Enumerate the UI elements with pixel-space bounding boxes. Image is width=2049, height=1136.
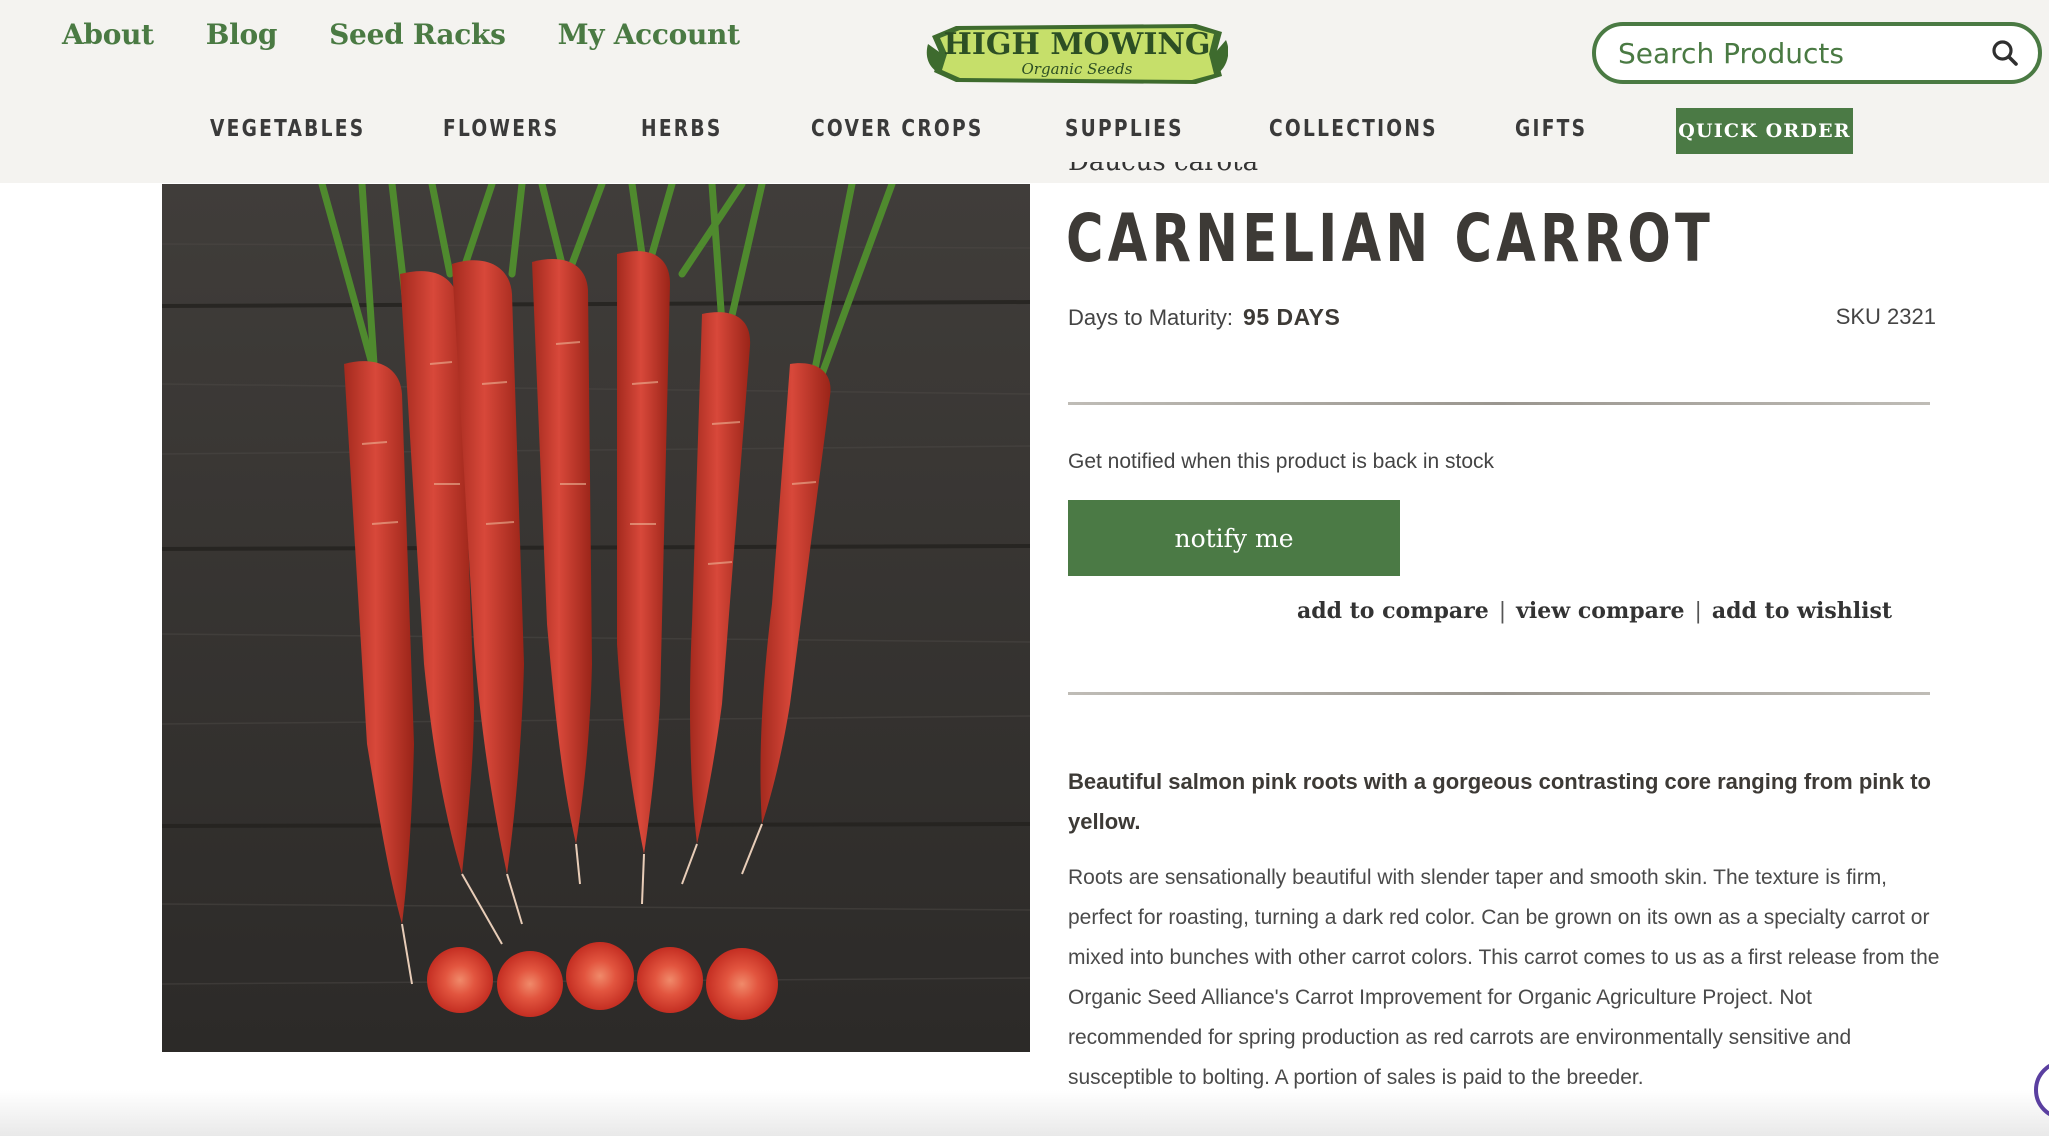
product-title: CARNELIAN CARROT [1066, 200, 1715, 277]
svg-text:Organic Seeds: Organic Seeds [1022, 60, 1133, 78]
separator: | [1694, 598, 1702, 624]
days-to-maturity: Days to Maturity: 95 DAYS [1068, 304, 1340, 331]
bottom-fade [0, 1090, 2049, 1136]
notify-me-button[interactable]: notify me [1068, 500, 1400, 576]
svg-text:HIGH MOWING: HIGH MOWING [944, 27, 1211, 62]
nav-cover-crops[interactable]: COVER CROPS [811, 116, 984, 142]
nav-gifts[interactable]: GIFTS [1515, 116, 1587, 142]
view-compare-link[interactable]: view compare [1516, 598, 1684, 624]
divider [1068, 692, 1930, 695]
search-box [1592, 22, 2042, 84]
nav-link-about[interactable]: About [62, 18, 154, 51]
add-to-compare-link[interactable]: add to compare [1297, 598, 1489, 624]
site-logo[interactable]: HIGH MOWING Organic Seeds [926, 14, 1228, 90]
nav-vegetables[interactable]: VEGETABLES [210, 116, 365, 142]
nav-link-my-account[interactable]: My Account [558, 18, 740, 51]
product-description: Roots are sensationally beautiful with s… [1068, 866, 1940, 1089]
quick-order-button[interactable]: QUICK ORDER [1676, 108, 1853, 154]
search-icon[interactable] [1990, 38, 2020, 68]
product-actions: add to compare | view compare | add to w… [1297, 598, 1892, 624]
maturity-label: Days to Maturity: [1068, 305, 1234, 330]
nav-collections[interactable]: COLLECTIONS [1269, 116, 1438, 142]
product-image[interactable] [162, 184, 1030, 1052]
product-sku: SKU 2321 [1835, 304, 1936, 329]
nav-herbs[interactable]: HERBS [641, 116, 723, 142]
nav-supplies[interactable]: SUPPLIES [1065, 116, 1184, 142]
product-lead-text: Beautiful salmon pink roots with a gorge… [1068, 769, 1931, 834]
maturity-value: 95 DAYS [1243, 304, 1341, 330]
carrot-photo [162, 184, 1030, 1052]
product-latin-name: Daucus carota [1068, 162, 1259, 177]
site-header: About Blog Seed Racks My Account HIGH MO… [0, 0, 2049, 183]
main-nav: VEGETABLES FLOWERS HERBS COVER CROPS SUP… [0, 108, 2049, 156]
nav-link-seed-racks[interactable]: Seed Racks [329, 18, 506, 51]
add-to-wishlist-link[interactable]: add to wishlist [1712, 598, 1892, 624]
logo-banner: HIGH MOWING Organic Seeds [926, 24, 1228, 84]
search-input[interactable] [1618, 36, 1990, 70]
separator: | [1498, 598, 1507, 624]
utility-nav: About Blog Seed Racks My Account [62, 18, 740, 51]
nav-link-blog[interactable]: Blog [206, 18, 278, 51]
notify-message: Get notified when this product is back i… [1068, 450, 1495, 473]
divider [1068, 402, 1930, 405]
nav-flowers[interactable]: FLOWERS [443, 116, 559, 142]
